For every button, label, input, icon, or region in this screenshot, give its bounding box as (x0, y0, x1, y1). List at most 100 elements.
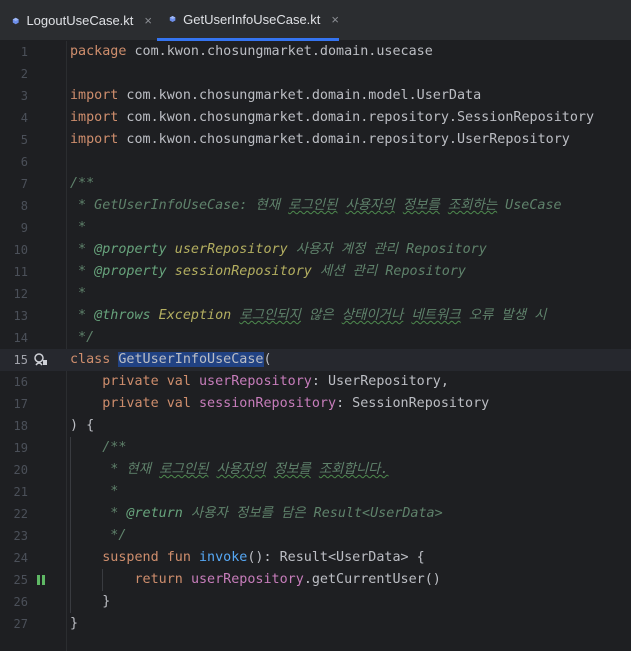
code-text[interactable]: */ (70, 525, 126, 547)
line-number[interactable]: 12 (0, 283, 28, 305)
line-number[interactable]: 9 (0, 217, 28, 239)
kotlin-file-icon (12, 17, 19, 24)
code-text[interactable]: return userRepository.getCurrentUser() (70, 569, 441, 591)
close-tab-icon[interactable]: × (144, 13, 152, 28)
code-text[interactable]: package com.kwon.chosungmarket.domain.us… (70, 41, 433, 63)
line-number[interactable]: 8 (0, 195, 28, 217)
code-token: 조회하는 (447, 198, 498, 213)
line-number[interactable]: 2 (0, 63, 28, 85)
tab-logout-usecase[interactable]: LogoutUseCase.kt × (12, 0, 152, 41)
code-line[interactable]: 13 * @throws Exception 로그인되지 않은 상태이거나 네트… (0, 305, 631, 327)
line-number[interactable]: 5 (0, 129, 28, 151)
code-text[interactable]: } (70, 591, 110, 613)
code-line[interactable]: 7 /** (0, 173, 631, 195)
code-text[interactable]: import com.kwon.chosungmarket.domain.rep… (70, 129, 570, 151)
code-line[interactable]: 12 * (0, 283, 631, 305)
code-line[interactable]: 24 suspend fun invoke(): Result<UserData… (0, 547, 631, 569)
code-text[interactable]: * 현재 로그인된 사용자의 정보를 조회합니다. (70, 459, 388, 481)
code-token: : UserRepository, (311, 374, 449, 389)
code-line[interactable]: 3 import com.kwon.chosungmarket.domain.mo… (0, 85, 631, 107)
line-number[interactable]: 21 (0, 481, 28, 503)
code-line[interactable]: 17 private val sessionRepository: Sessio… (0, 393, 631, 415)
code-text[interactable]: * (70, 481, 118, 503)
close-tab-icon[interactable]: × (331, 12, 339, 27)
tab-get-user-info-usecase[interactable]: GetUserInfoUseCase.kt × (157, 0, 339, 41)
code-line[interactable]: 2 (0, 63, 631, 85)
line-number[interactable]: 27 (0, 613, 28, 635)
code-text[interactable]: * @throws Exception 로그인되지 않은 상태이거나 네트워크 … (70, 305, 546, 327)
code-text[interactable]: ) { (70, 415, 94, 437)
line-number[interactable]: 15 (0, 349, 28, 371)
code-token: sessionRepository (199, 396, 337, 411)
code-line[interactable]: 26 } (0, 591, 631, 613)
code-line[interactable]: 19 /** (0, 437, 631, 459)
code-text[interactable]: * @return 사용자 정보를 담은 Result<UserData> (70, 503, 442, 525)
code-text[interactable]: suspend fun invoke(): Result<UserData> { (70, 547, 425, 569)
line-number[interactable]: 25 (0, 569, 28, 591)
code-text[interactable]: * @property sessionRepository 세션 관리 Repo… (70, 261, 466, 283)
line-number[interactable]: 13 (0, 305, 28, 327)
code-line[interactable]: 9 * (0, 217, 631, 239)
line-number[interactable]: 24 (0, 547, 28, 569)
code-token: GetUserInfoUseCase (118, 352, 264, 367)
code-line[interactable]: 18 ) { (0, 415, 631, 437)
code-token: } (70, 616, 79, 631)
code-line[interactable]: 6 (0, 151, 631, 173)
line-number[interactable]: 14 (0, 327, 28, 349)
code-line[interactable]: 11 * @property sessionRepository 세션 관리 R… (0, 261, 631, 283)
code-line[interactable]: 25 return userRepository.getCurrentUser(… (0, 569, 631, 591)
code-line[interactable]: 27} (0, 613, 631, 635)
tab-label: LogoutUseCase.kt (26, 13, 134, 28)
code-line[interactable]: 21 * (0, 481, 631, 503)
line-number[interactable]: 20 (0, 459, 28, 481)
code-text[interactable]: * GetUserInfoUseCase: 현재 로그인된 사용자의 정보를 조… (70, 195, 562, 217)
code-line[interactable]: 14 */ (0, 327, 631, 349)
line-number[interactable]: 1 (0, 41, 28, 63)
code-line[interactable]: 8 * GetUserInfoUseCase: 현재 로그인된 사용자의 정보를… (0, 195, 631, 217)
code-text[interactable]: private val sessionRepository: SessionRe… (70, 393, 489, 415)
run-gutter-icon[interactable] (33, 572, 49, 588)
line-number[interactable]: 17 (0, 393, 28, 415)
code-text[interactable]: } (70, 613, 78, 635)
code-line[interactable]: 1 package com.kwon.chosungmarket.domain.u… (0, 41, 631, 63)
code-text[interactable]: * (70, 283, 86, 305)
code-text[interactable]: import com.kwon.chosungmarket.domain.rep… (70, 107, 594, 129)
code-line[interactable]: 10 * @property userRepository 사용자 계정 관리 … (0, 239, 631, 261)
line-number[interactable]: 19 (0, 437, 28, 459)
line-number[interactable]: 26 (0, 591, 28, 613)
code-line[interactable]: 22 * @return 사용자 정보를 담은 Result<UserData> (0, 503, 631, 525)
code-line[interactable]: 23 */ (0, 525, 631, 547)
code-text[interactable]: */ (70, 327, 94, 349)
line-number[interactable]: 11 (0, 261, 28, 283)
code-line[interactable]: 16 private val userRepository: UserRepos… (0, 371, 631, 393)
code-text[interactable]: * @property userRepository 사용자 계정 관리 Rep… (70, 239, 487, 261)
line-number[interactable]: 18 (0, 415, 28, 437)
code-line[interactable]: 15 class GetUserInfoUseCase( (0, 349, 631, 371)
code-token: suspend fun (102, 550, 191, 565)
code-text[interactable]: /** (70, 437, 126, 459)
line-number[interactable]: 3 (0, 85, 28, 107)
line-number[interactable]: 10 (0, 239, 28, 261)
line-number[interactable]: 6 (0, 151, 28, 173)
code-text[interactable]: import com.kwon.chosungmarket.domain.mod… (70, 85, 481, 107)
code-token: @throws (94, 308, 151, 323)
code-text[interactable]: private val userRepository: UserReposito… (70, 371, 449, 393)
code-line[interactable]: 20 * 현재 로그인된 사용자의 정보를 조회합니다. (0, 459, 631, 481)
line-number[interactable]: 7 (0, 173, 28, 195)
line-number[interactable]: 16 (0, 371, 28, 393)
line-number[interactable]: 22 (0, 503, 28, 525)
code-text[interactable]: class GetUserInfoUseCase( (70, 349, 272, 371)
code-token: * (70, 308, 95, 323)
code-editor[interactable]: 1 package com.kwon.chosungmarket.domain.u… (0, 41, 631, 651)
code-text[interactable]: /** (70, 173, 94, 195)
code-token: */ (70, 330, 95, 345)
code-text[interactable]: * (70, 217, 86, 239)
implemented-class-icon[interactable] (33, 352, 49, 368)
line-number[interactable]: 4 (0, 107, 28, 129)
code-line[interactable]: 4 import com.kwon.chosungmarket.domain.re… (0, 107, 631, 129)
line-number[interactable]: 23 (0, 525, 28, 547)
code-line[interactable]: 5 import com.kwon.chosungmarket.domain.re… (0, 129, 631, 151)
